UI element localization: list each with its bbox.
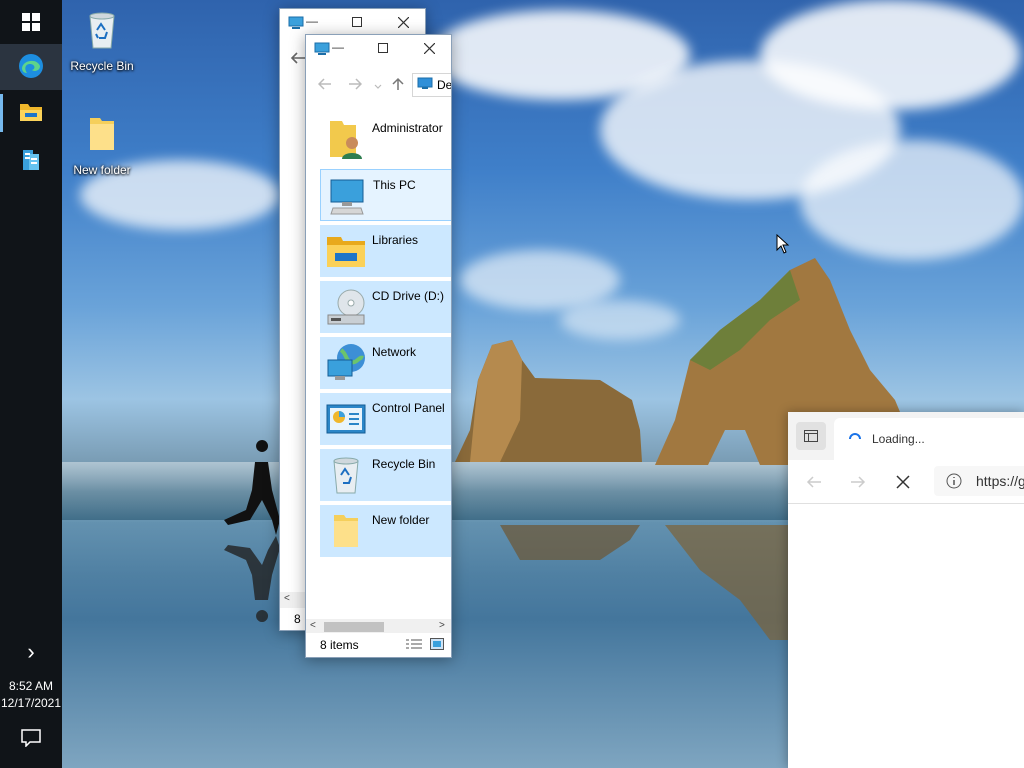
scroll-right-icon[interactable]: > — [439, 620, 445, 631]
edge-icon — [18, 53, 44, 82]
recycle-bin-icon — [64, 10, 140, 53]
window-icon — [288, 16, 304, 33]
item-label: Network — [372, 345, 417, 359]
desktop-icon-label: New folder — [73, 163, 131, 177]
action-center-button[interactable] — [0, 716, 62, 762]
start-button[interactable] — [0, 0, 62, 46]
list-item-administrator[interactable]: Administrator — [320, 113, 451, 165]
details-view-icon[interactable] — [406, 639, 422, 654]
network-icon — [320, 337, 372, 389]
folder-icon — [320, 505, 372, 557]
url-bar[interactable]: https://g — [934, 466, 1024, 496]
list-item-network[interactable]: Network — [320, 337, 451, 389]
forward-arrow-icon[interactable] — [348, 78, 363, 93]
item-label: CD Drive (D:) — [372, 289, 444, 303]
mouse-cursor-icon — [776, 233, 790, 257]
back-arrow-icon[interactable] — [290, 51, 306, 68]
scroll-left-icon[interactable]: < — [310, 620, 316, 631]
taskbar-clock[interactable]: 8:52 AM 12/17/2021 — [0, 678, 62, 712]
browser-toolbar: https://g — [788, 460, 1024, 504]
list-item-libraries[interactable]: Libraries — [320, 225, 451, 277]
recent-locations-chevron-icon[interactable] — [374, 79, 382, 93]
scroll-left-icon[interactable]: < — [284, 593, 290, 604]
maximize-button[interactable] — [344, 9, 370, 35]
windows-logo-icon — [22, 12, 40, 34]
desktop-icon-recycle-bin[interactable]: Recycle Bin — [64, 10, 140, 73]
user-folder-icon — [320, 113, 372, 165]
list-item-recycle-bin[interactable]: Recycle Bin — [320, 449, 451, 501]
status-text: 8 — [294, 612, 301, 626]
libraries-icon — [320, 225, 372, 277]
window-title: — — [332, 40, 344, 54]
close-button[interactable] — [416, 35, 442, 61]
close-button[interactable] — [390, 9, 416, 35]
address-text: Desktop — [437, 78, 452, 92]
explorer-window-front[interactable]: — Desktop — [305, 34, 452, 658]
tab-actions-button[interactable] — [796, 422, 826, 450]
list-item-cd-drive[interactable]: CD Drive (D:) — [320, 281, 451, 333]
item-count: 8 items — [320, 638, 359, 652]
scrollbar-thumb[interactable] — [324, 622, 384, 632]
recycle-bin-icon — [320, 449, 372, 501]
address-bar[interactable]: Desktop — [412, 73, 452, 97]
maximize-button[interactable] — [370, 35, 396, 61]
close-icon — [397, 16, 409, 28]
browser-tab[interactable]: Loading... — [834, 418, 1024, 460]
loading-spinner-icon — [848, 432, 862, 449]
navigation-bar: Desktop — [306, 65, 451, 105]
window-icon — [314, 42, 330, 59]
maximize-icon — [352, 17, 362, 27]
notification-icon — [21, 728, 41, 750]
taskbar-file-explorer-button[interactable] — [0, 90, 62, 136]
item-label: Control Panel — [372, 401, 445, 415]
url-text: https://g — [976, 473, 1024, 489]
up-arrow-icon[interactable] — [392, 77, 404, 94]
close-icon — [423, 42, 435, 54]
this-pc-icon — [321, 170, 373, 222]
file-explorer-icon — [19, 101, 43, 126]
desktop-location-icon — [417, 77, 433, 93]
taskbar-server-manager-button[interactable] — [0, 138, 62, 184]
item-label: This PC — [373, 178, 416, 192]
close-icon — [896, 475, 910, 489]
back-arrow-icon[interactable] — [317, 78, 332, 93]
back-arrow-icon[interactable] — [806, 475, 822, 492]
list-item-this-pc[interactable]: This PC — [320, 169, 451, 222]
taskbar: › 8:52 AM 12/17/2021 — [0, 0, 62, 768]
taskbar-edge-button[interactable] — [0, 44, 62, 90]
folder-icon — [64, 114, 140, 157]
status-bar: 8 items — [306, 633, 451, 657]
edge-browser-window[interactable]: Loading... https://g — [788, 412, 1024, 768]
item-label: Libraries — [372, 233, 419, 247]
item-label: Recycle Bin — [372, 457, 436, 471]
site-info-icon[interactable] — [946, 473, 962, 492]
show-hidden-icons-button[interactable]: › — [0, 632, 62, 672]
large-icons-view-icon[interactable] — [430, 638, 444, 653]
clock-date: 12/17/2021 — [0, 696, 62, 710]
tab-actions-icon — [804, 430, 818, 442]
tab-strip: Loading... — [788, 412, 1024, 460]
item-label: Administrator — [372, 121, 443, 135]
clock-time: 8:52 AM — [8, 679, 54, 693]
desktop-icon-new-folder[interactable]: New folder — [64, 114, 140, 177]
control-panel-icon — [320, 393, 372, 445]
chevron-right-icon: › — [27, 639, 35, 664]
cd-drive-icon — [320, 281, 372, 333]
maximize-icon — [378, 43, 388, 53]
titlebar[interactable]: — — [306, 35, 451, 65]
item-label: New folder — [372, 513, 430, 527]
stop-loading-button[interactable] — [896, 475, 910, 492]
list-item-control-panel[interactable]: Control Panel — [320, 393, 451, 445]
server-manager-icon — [20, 148, 42, 175]
desktop-icon-label: Recycle Bin — [70, 59, 134, 73]
forward-arrow-icon[interactable] — [850, 475, 866, 492]
window-title: — — [306, 14, 318, 28]
tab-title: Loading... — [872, 432, 925, 446]
list-item-new-folder[interactable]: New folder — [320, 505, 451, 557]
